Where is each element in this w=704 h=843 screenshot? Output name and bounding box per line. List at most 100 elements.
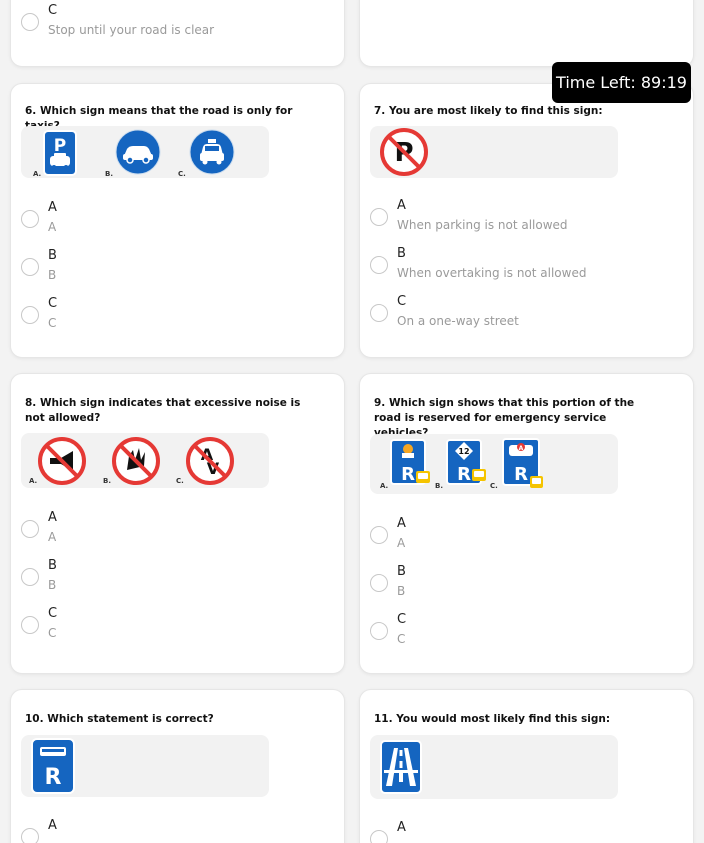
option-letter: C xyxy=(48,606,58,621)
option-letter: C xyxy=(397,612,407,627)
sign-label-c: C. xyxy=(178,170,186,178)
option-letter: C xyxy=(397,294,407,309)
reserved-lane-12-sign-icon: 12 R xyxy=(446,439,486,485)
option-letter: B xyxy=(48,558,57,573)
question-card-8: 8. Which sign indicates that excessive n… xyxy=(10,373,345,674)
option-c[interactable]: C On a one-way street xyxy=(370,294,683,338)
question-title: 10. Which statement is correct? xyxy=(25,713,214,725)
reserved-emergency-sign-icon: A R xyxy=(502,438,543,488)
sign-label-b: B. xyxy=(435,482,443,490)
option-text: A xyxy=(48,530,57,544)
radio-button[interactable] xyxy=(370,208,388,226)
option-a[interactable]: A xyxy=(21,818,334,843)
option-letter: C xyxy=(48,296,58,311)
sign-image-panel: P A. B. C. xyxy=(21,126,269,178)
question-card-11: 11. You would most likely find this sign… xyxy=(359,689,694,843)
radio-button[interactable] xyxy=(21,258,39,276)
question-title: 11. You would most likely find this sign… xyxy=(374,713,611,725)
option-a[interactable]: A A xyxy=(370,516,683,560)
sign-text-r: R xyxy=(457,464,471,485)
option-a[interactable]: A xyxy=(370,820,683,843)
radio-button[interactable] xyxy=(21,13,39,31)
radio-button[interactable] xyxy=(21,616,39,634)
sign-text-12: 12 xyxy=(458,447,469,456)
option-text: A xyxy=(48,220,57,234)
option-text: C xyxy=(397,632,406,646)
option-text: C xyxy=(48,626,57,640)
option-a[interactable]: A When parking is not allowed xyxy=(370,198,683,242)
option-a[interactable]: A A xyxy=(21,510,334,554)
option-letter: C xyxy=(48,3,58,18)
radio-button[interactable] xyxy=(370,574,388,592)
option-text: B xyxy=(397,584,406,598)
radio-button[interactable] xyxy=(21,210,39,228)
reserved-lane-sign-icon: R xyxy=(390,439,430,485)
option-b[interactable]: B B xyxy=(21,248,334,292)
option-letter: B xyxy=(397,246,406,261)
option-text: When parking is not allowed xyxy=(397,218,568,232)
option-c[interactable]: C C xyxy=(21,606,334,650)
option-letter: A xyxy=(48,510,57,525)
option-letter: B xyxy=(48,248,57,263)
question-card-5: C Stop until your road is clear xyxy=(10,0,345,67)
question-card-6: 6. Which sign means that the road is onl… xyxy=(10,83,345,358)
option-letter: A xyxy=(397,820,406,835)
sign-label-a: A. xyxy=(29,477,38,485)
sign-text-r: R xyxy=(45,765,62,790)
sign-image-panel: R xyxy=(21,735,269,797)
radio-button[interactable] xyxy=(21,520,39,538)
option-text: Stop until your road is clear xyxy=(48,23,215,37)
sign-text-r: R xyxy=(514,464,528,485)
radio-button[interactable] xyxy=(21,306,39,324)
time-left-timer: Time Left: 89:19 xyxy=(552,62,691,103)
sign-label-b: B. xyxy=(103,477,111,485)
radio-button[interactable] xyxy=(21,828,39,843)
question-title: 7. You are most likely to find this sign… xyxy=(374,105,603,117)
radio-button[interactable] xyxy=(370,622,388,640)
radio-button[interactable] xyxy=(21,568,39,586)
sign-text-r: R xyxy=(401,464,415,485)
sign-text-a: A xyxy=(519,445,524,452)
option-b[interactable]: B B xyxy=(21,558,334,602)
sign-image-panel: A. B. A V C. xyxy=(21,433,269,488)
radio-button[interactable] xyxy=(370,830,388,843)
parking-taxi-sign-icon: P xyxy=(43,130,77,176)
option-letter: B xyxy=(397,564,406,579)
no-horn-sign-icon xyxy=(38,437,86,485)
no-hand-signal-sign-icon xyxy=(112,437,160,485)
option-letter: A xyxy=(48,818,57,833)
question-card-10: 10. Which statement is correct? R A xyxy=(10,689,345,843)
sign-label-a: A. xyxy=(380,482,389,490)
option-letter: A xyxy=(397,516,406,531)
radio-button[interactable] xyxy=(370,304,388,322)
sign-label-c: C. xyxy=(176,477,184,485)
radio-button[interactable] xyxy=(370,256,388,274)
taxi-sign-icon xyxy=(189,129,235,175)
option-text: B xyxy=(48,268,57,282)
option-text: B xyxy=(48,578,57,592)
no-parking-sign-icon: P xyxy=(380,128,428,176)
option-a[interactable]: A A xyxy=(21,200,334,244)
sign-label-b: B. xyxy=(105,170,113,178)
option-text: A xyxy=(397,536,406,550)
option-text: On a one-way street xyxy=(397,314,519,328)
option-letter: A xyxy=(397,198,406,213)
option-c[interactable]: C Stop until your road is clear xyxy=(21,3,334,47)
question-card-4 xyxy=(359,0,694,67)
freeway-sign-icon xyxy=(380,740,422,794)
option-b[interactable]: B B xyxy=(370,564,683,608)
sign-image-panel xyxy=(370,735,618,799)
question-card-7: 7. You are most likely to find this sign… xyxy=(359,83,694,358)
car-sign-icon xyxy=(115,129,161,175)
sign-image-panel: P xyxy=(370,126,618,178)
radio-button[interactable] xyxy=(370,526,388,544)
option-b[interactable]: B When overtaking is not allowed xyxy=(370,246,683,290)
option-letter: A xyxy=(48,200,57,215)
option-text: When overtaking is not allowed xyxy=(397,266,587,280)
option-c[interactable]: C C xyxy=(21,296,334,340)
reserved-bus-lane-sign-icon: R xyxy=(31,738,75,794)
option-text: C xyxy=(48,316,57,330)
option-c[interactable]: C C xyxy=(370,612,683,656)
sign-image-panel: R A. 12 R B. A R C. xyxy=(370,434,618,494)
sign-label-a: A. xyxy=(33,170,42,178)
